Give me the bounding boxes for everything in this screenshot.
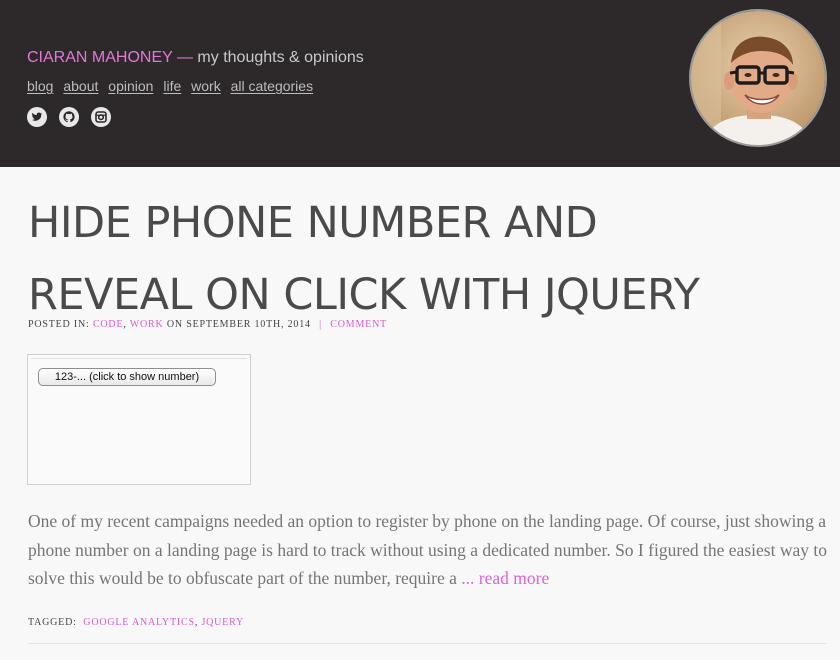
category-link-code[interactable]: Code bbox=[93, 319, 123, 330]
tag-link-jquery[interactable]: jquery bbox=[201, 617, 244, 628]
nav-link-about[interactable]: about bbox=[63, 78, 98, 94]
post-title-line-2: REVEAL ON CLICK WITH JQUERY bbox=[28, 270, 700, 320]
excerpt-text: One of my recent campaigns needed an opt… bbox=[28, 511, 827, 588]
post-meta: Posted in: Code, Work on September 10th,… bbox=[28, 319, 387, 330]
avatar bbox=[689, 9, 827, 147]
post-date: on September 10th, 2014 bbox=[166, 319, 311, 330]
github-icon[interactable] bbox=[59, 107, 79, 127]
twitter-icon[interactable] bbox=[27, 107, 47, 127]
nav-link-opinion[interactable]: opinion bbox=[108, 78, 153, 94]
site-title: CIARAN MAHONEY — my thoughts & opinions bbox=[27, 49, 364, 67]
tagged-label: Tagged: bbox=[28, 617, 77, 628]
social-links bbox=[27, 107, 111, 127]
instagram-icon[interactable] bbox=[91, 107, 111, 127]
post-divider bbox=[28, 643, 826, 644]
site-tagline: my thoughts & opinions bbox=[197, 49, 364, 66]
site-name-link[interactable]: CIARAN MAHONEY bbox=[27, 49, 173, 66]
comment-link[interactable]: Comment bbox=[330, 319, 387, 330]
post-tags: Tagged: google analytics, jquery bbox=[28, 617, 244, 628]
category-link-work[interactable]: Work bbox=[130, 319, 164, 330]
tag-link-google-analytics[interactable]: google analytics bbox=[83, 617, 195, 628]
category-comma: , bbox=[123, 319, 127, 330]
post-excerpt: One of my recent campaigns needed an opt… bbox=[28, 507, 828, 593]
post-title-line-1: HIDE PHONE NUMBER AND bbox=[28, 198, 598, 248]
posted-in-label: Posted in: bbox=[28, 319, 90, 330]
read-more-link[interactable]: ... read more bbox=[461, 568, 549, 588]
site-header: CIARAN MAHONEY — my thoughts & opinions … bbox=[0, 0, 840, 167]
nav-link-blog[interactable]: blog bbox=[27, 78, 53, 94]
show-number-button[interactable]: 123-... (click to show number) bbox=[38, 368, 216, 386]
post-title[interactable]: HIDE PHONE NUMBER AND REVEAL ON CLICK WI… bbox=[28, 187, 818, 331]
title-separator: — bbox=[176, 49, 193, 66]
demo-image: 123-... (click to show number) bbox=[27, 354, 251, 485]
demo-frame-line bbox=[31, 358, 247, 359]
main-nav: blog about opinion life work all categor… bbox=[27, 78, 319, 94]
nav-link-all-categories[interactable]: all categories bbox=[231, 78, 314, 94]
nav-link-work[interactable]: work bbox=[191, 78, 221, 94]
meta-divider: | bbox=[319, 319, 322, 330]
tag-comma: , bbox=[194, 617, 199, 628]
nav-link-life[interactable]: life bbox=[163, 78, 181, 94]
